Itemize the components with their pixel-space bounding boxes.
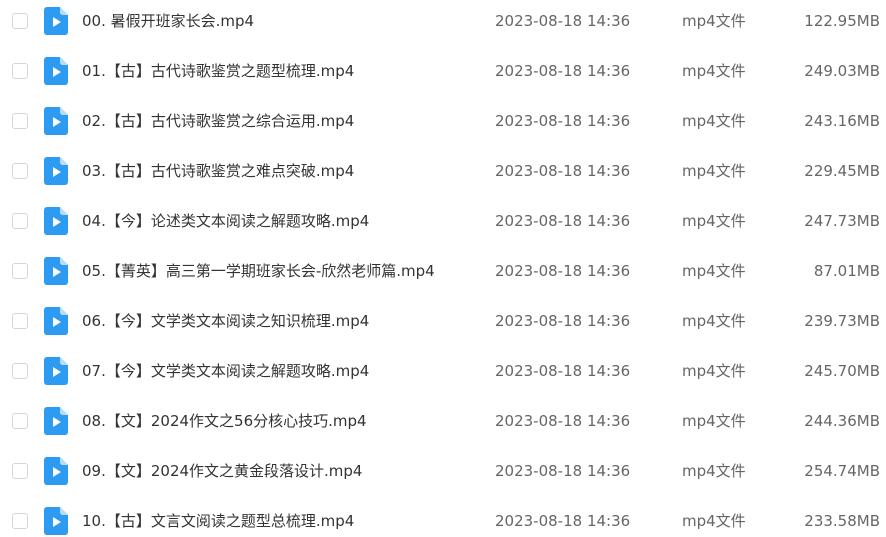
file-row[interactable]: 08.【文】2024作文之56分核心技巧.mp4 2023-08-18 14:3… — [0, 400, 886, 450]
file-size: 233.58MB — [804, 512, 880, 530]
file-row[interactable]: 07.【今】文学类文本阅读之解题攻略.mp4 2023-08-18 14:36 … — [0, 350, 886, 400]
file-size: 247.73MB — [804, 212, 880, 230]
video-file-icon — [44, 7, 68, 35]
row-checkbox[interactable] — [12, 213, 28, 229]
file-date: 2023-08-18 14:36 — [495, 212, 631, 230]
file-date: 2023-08-18 14:36 — [495, 412, 631, 430]
file-name[interactable]: 01.【古】古代诗歌鉴赏之题型梳理.mp4 — [82, 60, 354, 82]
file-size: 239.73MB — [804, 312, 880, 330]
file-type: mp4文件 — [682, 412, 746, 430]
video-file-icon — [44, 257, 68, 285]
file-type: mp4文件 — [682, 512, 746, 530]
video-file-icon — [44, 307, 68, 335]
file-row[interactable]: 10.【古】文言文阅读之题型总梳理.mp4 2023-08-18 14:36 m… — [0, 500, 886, 537]
video-file-icon — [44, 407, 68, 435]
file-type: mp4文件 — [682, 162, 746, 180]
file-date: 2023-08-18 14:36 — [495, 12, 631, 30]
row-checkbox[interactable] — [12, 513, 28, 529]
file-list: 00. 暑假开班家长会.mp4 2023-08-18 14:36 mp4文件 1… — [0, 0, 886, 537]
row-checkbox[interactable] — [12, 313, 28, 329]
file-row[interactable]: 00. 暑假开班家长会.mp4 2023-08-18 14:36 mp4文件 1… — [0, 0, 886, 50]
file-date: 2023-08-18 14:36 — [495, 162, 631, 180]
file-size: 254.74MB — [804, 462, 880, 480]
video-file-icon — [44, 57, 68, 85]
file-name[interactable]: 05.【菁英】高三第一学期班家长会-欣然老师篇.mp4 — [82, 260, 435, 282]
row-checkbox[interactable] — [12, 163, 28, 179]
file-name[interactable]: 08.【文】2024作文之56分核心技巧.mp4 — [82, 410, 367, 432]
file-size: 245.70MB — [804, 362, 880, 380]
file-row[interactable]: 09.【文】2024作文之黄金段落设计.mp4 2023-08-18 14:36… — [0, 450, 886, 500]
file-type: mp4文件 — [682, 362, 746, 380]
file-name[interactable]: 07.【今】文学类文本阅读之解题攻略.mp4 — [82, 360, 369, 382]
file-size: 244.36MB — [804, 412, 880, 430]
video-file-icon — [44, 207, 68, 235]
file-date: 2023-08-18 14:36 — [495, 512, 631, 530]
file-name[interactable]: 04.【今】论述类文本阅读之解题攻略.mp4 — [82, 210, 369, 232]
file-name[interactable]: 02.【古】古代诗歌鉴赏之综合运用.mp4 — [82, 110, 354, 132]
file-date: 2023-08-18 14:36 — [495, 312, 631, 330]
file-type: mp4文件 — [682, 62, 746, 80]
video-file-icon — [44, 357, 68, 385]
row-checkbox[interactable] — [12, 363, 28, 379]
file-date: 2023-08-18 14:36 — [495, 112, 631, 130]
file-type: mp4文件 — [682, 112, 746, 130]
video-file-icon — [44, 107, 68, 135]
file-type: mp4文件 — [682, 312, 746, 330]
file-name[interactable]: 03.【古】古代诗歌鉴赏之难点突破.mp4 — [82, 160, 354, 182]
file-date: 2023-08-18 14:36 — [495, 62, 631, 80]
video-file-icon — [44, 157, 68, 185]
file-size: 87.01MB — [813, 262, 880, 280]
file-row[interactable]: 06.【今】文学类文本阅读之知识梳理.mp4 2023-08-18 14:36 … — [0, 300, 886, 350]
file-row[interactable]: 05.【菁英】高三第一学期班家长会-欣然老师篇.mp4 2023-08-18 1… — [0, 250, 886, 300]
file-date: 2023-08-18 14:36 — [495, 262, 631, 280]
file-date: 2023-08-18 14:36 — [495, 462, 631, 480]
row-checkbox[interactable] — [12, 63, 28, 79]
file-name[interactable]: 00. 暑假开班家长会.mp4 — [82, 10, 254, 32]
file-size: 243.16MB — [804, 112, 880, 130]
file-size: 229.45MB — [804, 162, 880, 180]
row-checkbox[interactable] — [12, 413, 28, 429]
row-checkbox[interactable] — [12, 263, 28, 279]
file-type: mp4文件 — [682, 262, 746, 280]
file-row[interactable]: 01.【古】古代诗歌鉴赏之题型梳理.mp4 2023-08-18 14:36 m… — [0, 50, 886, 100]
file-size: 122.95MB — [804, 12, 880, 30]
file-row[interactable]: 02.【古】古代诗歌鉴赏之综合运用.mp4 2023-08-18 14:36 m… — [0, 100, 886, 150]
file-name[interactable]: 09.【文】2024作文之黄金段落设计.mp4 — [82, 460, 362, 482]
file-name[interactable]: 10.【古】文言文阅读之题型总梳理.mp4 — [82, 510, 354, 532]
file-type: mp4文件 — [682, 12, 746, 30]
row-checkbox[interactable] — [12, 463, 28, 479]
file-type: mp4文件 — [682, 462, 746, 480]
video-file-icon — [44, 457, 68, 485]
row-checkbox[interactable] — [12, 113, 28, 129]
file-type: mp4文件 — [682, 212, 746, 230]
file-name[interactable]: 06.【今】文学类文本阅读之知识梳理.mp4 — [82, 310, 369, 332]
row-checkbox[interactable] — [12, 13, 28, 29]
video-file-icon — [44, 507, 68, 535]
file-date: 2023-08-18 14:36 — [495, 362, 631, 380]
file-row[interactable]: 03.【古】古代诗歌鉴赏之难点突破.mp4 2023-08-18 14:36 m… — [0, 150, 886, 200]
file-row[interactable]: 04.【今】论述类文本阅读之解题攻略.mp4 2023-08-18 14:36 … — [0, 200, 886, 250]
file-size: 249.03MB — [804, 62, 880, 80]
